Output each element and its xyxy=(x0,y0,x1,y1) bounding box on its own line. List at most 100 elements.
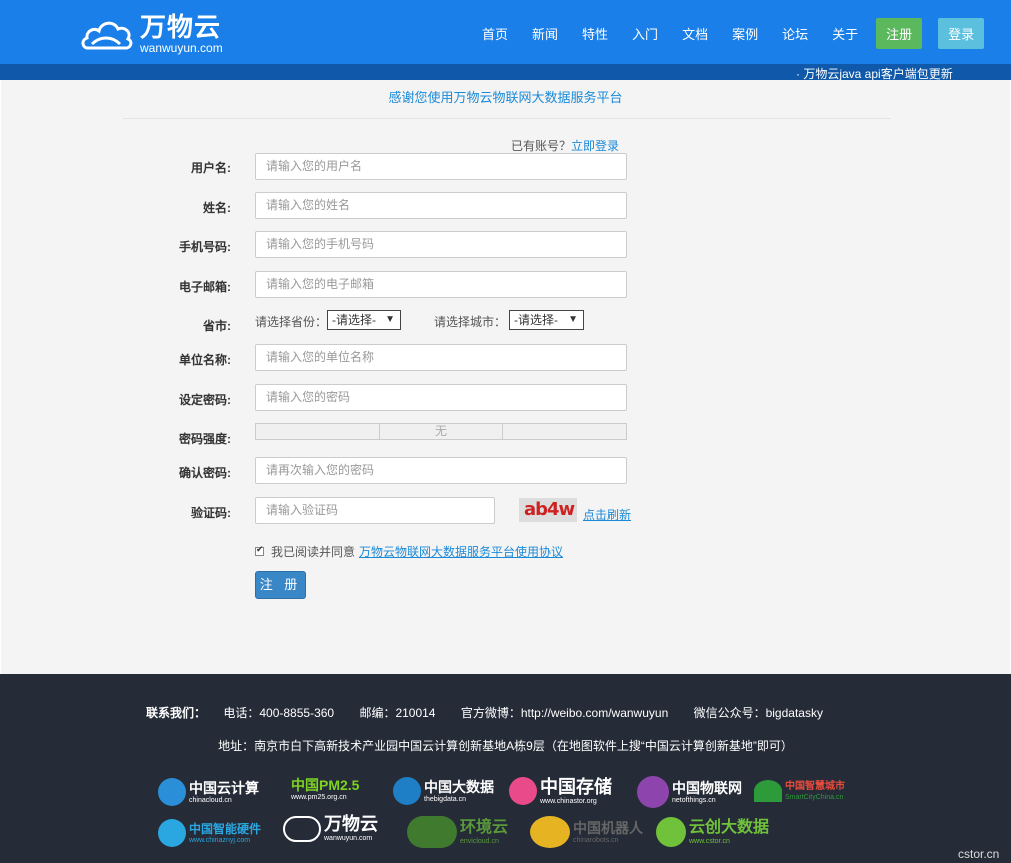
contact-label: 联系我们： xyxy=(146,706,207,720)
name-input[interactable]: 请输入您的姓名 xyxy=(255,192,627,219)
partner-url: SmartCityChina.cn xyxy=(785,793,844,801)
agree-text: 我已阅读并同意 xyxy=(271,545,356,559)
divider xyxy=(123,118,891,119)
netofthings-logo-icon xyxy=(637,776,669,808)
province-select[interactable]: -请选择- ▼ xyxy=(327,310,401,330)
register-button[interactable]: 注册 xyxy=(876,18,923,49)
cloud-logo-icon xyxy=(81,21,133,50)
province-value: -请选择- xyxy=(332,313,376,327)
chinacloud-logo-icon xyxy=(158,778,186,806)
site-logo[interactable]: 万物云 wanwuyun.com xyxy=(80,12,223,56)
partner-name: 中国物联网 xyxy=(672,779,742,796)
partner-url: thebigdata.cn xyxy=(424,795,467,803)
nav-getting-started[interactable]: 入门 xyxy=(628,18,662,49)
envicloud-logo-icon xyxy=(407,816,457,848)
partner-name: 中国机器人 xyxy=(573,819,643,836)
email-input[interactable]: 请输入您的电子邮箱 xyxy=(255,271,627,298)
logo-title: 万物云 xyxy=(140,12,222,42)
password-input[interactable]: 请输入您的密码 xyxy=(255,384,627,411)
contact-info: 联系我们： 电话：400-8855-360 邮编：210014 官方微博：htt… xyxy=(146,704,845,721)
captcha-refresh-link[interactable]: 点击刷新 xyxy=(583,506,631,523)
partner-envicloud[interactable]: 环境云 envicloud.cn xyxy=(407,816,508,848)
partner-url: envicloud.cn xyxy=(460,837,499,845)
chevron-down-icon: ▼ xyxy=(568,314,578,325)
email-label: 电子邮箱: xyxy=(179,280,231,294)
agree-checkbox[interactable] xyxy=(255,544,264,556)
nav-features[interactable]: 特性 xyxy=(578,18,612,49)
watermark: cstor.cn xyxy=(958,847,1000,861)
partner-name: 中国智慧城市 xyxy=(785,780,845,792)
login-now-link[interactable]: 立即登录 xyxy=(571,139,619,153)
logo-domain: wanwuyun.com xyxy=(140,41,223,55)
nav-about[interactable]: 关于 xyxy=(828,18,862,49)
username-input[interactable]: 请输入您的用户名 xyxy=(255,153,627,180)
partner-url: www.cstor.cn xyxy=(689,837,730,845)
login-button[interactable]: 登录 xyxy=(938,18,985,49)
company-input[interactable]: 请输入您的单位名称 xyxy=(255,344,627,371)
have-account-label: 已有账号？ xyxy=(511,139,572,153)
region-label: 省市: xyxy=(203,319,231,333)
partner-name: 中国智能硬件 xyxy=(189,821,262,836)
strength-label: 密码强度: xyxy=(179,432,231,446)
strength-strong xyxy=(503,424,626,439)
wanwuyun-logo-icon xyxy=(283,815,321,842)
partner-chinarobots[interactable]: 中国机器人 chinarobots.cn xyxy=(530,816,643,848)
nav-docs[interactable]: 文档 xyxy=(678,18,712,49)
captcha-text: ab4w xyxy=(524,499,575,520)
partner-chinaznyj[interactable]: 中国智能硬件 www.chinaznyj.com xyxy=(158,819,261,847)
submit-register-button[interactable]: 注 册 xyxy=(255,571,306,599)
partner-name: 中国PM2.5 xyxy=(291,777,360,793)
partner-chinastor[interactable]: 中国存储 www.chinastor.org xyxy=(509,777,612,805)
partner-pm25[interactable]: 中国PM2.5 www.pm25.org.cn xyxy=(288,778,359,801)
chinaznyj-logo-icon xyxy=(158,819,186,847)
partner-cstor[interactable]: 云创大数据 www.cstor.cn xyxy=(656,817,769,847)
address-text: 地址：南京市白下高新技术产业园中国云计算创新基地A栋9层（在地图软件上搜“中国云… xyxy=(218,739,793,753)
partner-name: 万物云 xyxy=(324,814,378,834)
partner-url: wanwuyun.com xyxy=(324,835,373,842)
partner-url: chinacloud.cn xyxy=(189,796,232,804)
contact-wechat: 微信公众号：bigdatasky xyxy=(693,706,823,720)
city-label: 请选择城市： xyxy=(434,315,507,329)
nav-cases[interactable]: 案例 xyxy=(728,18,762,49)
partner-url: www.pm25.org.cn xyxy=(291,794,347,801)
nav-forum[interactable]: 论坛 xyxy=(778,18,812,49)
confirm-label: 确认密码: xyxy=(179,466,231,480)
chevron-down-icon: ▼ xyxy=(385,314,395,325)
agreement-link[interactable]: 万物云物联网大数据服务平台使用协议 xyxy=(359,543,563,560)
main-nav: 首页 新闻 特性 入门 文档 案例 论坛 关于 注册 登录 xyxy=(470,18,985,49)
partner-smartcity[interactable]: 中国智慧城市 SmartCityChina.cn xyxy=(754,780,845,802)
partner-url: www.chinaznyj.com xyxy=(189,836,251,844)
partner-url: netofthings.cn xyxy=(672,796,716,804)
city-value: -请选择- xyxy=(514,313,558,327)
news-ticker: · 万物云java api客户端包更新 xyxy=(0,64,1011,81)
site-footer: 联系我们： 电话：400-8855-360 邮编：210014 官方微博：htt… xyxy=(0,674,1011,863)
phone-input[interactable]: 请输入您的手机号码 xyxy=(255,231,627,258)
confirm-password-input[interactable]: 请再次输入您的密码 xyxy=(255,457,627,484)
chinarobots-logo-icon xyxy=(530,816,570,848)
chinastor-logo-icon xyxy=(509,777,537,805)
name-label: 姓名: xyxy=(203,201,231,215)
contact-weibo[interactable]: 官方微博：http://weibo.com/wanwuyun xyxy=(461,706,668,720)
partner-netofthings[interactable]: 中国物联网 netofthings.cn xyxy=(637,776,742,808)
partner-chinacloud[interactable]: 中国云计算 chinacloud.cn xyxy=(158,778,259,806)
captcha-image[interactable]: ab4w xyxy=(519,498,577,522)
have-account-text: 已有账号？立即登录 xyxy=(511,137,619,154)
cstor-logo-icon xyxy=(656,817,686,847)
top-header: 万物云 wanwuyun.com 首页 新闻 特性 入门 文档 案例 论坛 关于… xyxy=(0,0,1011,64)
partner-wanwuyun[interactable]: 万物云 wanwuyun.com xyxy=(283,815,378,842)
phone-label: 手机号码: xyxy=(179,240,231,254)
partner-bigdata[interactable]: 中国大数据 thebigdata.cn xyxy=(393,777,494,805)
agreement-row: 我已阅读并同意 万物云物联网大数据服务平台使用协议 xyxy=(255,543,563,560)
nav-home[interactable]: 首页 xyxy=(478,18,512,49)
partner-name: 中国云计算 xyxy=(189,779,259,796)
captcha-input[interactable]: 请输入验证码 xyxy=(255,497,495,524)
partner-url: chinarobots.cn xyxy=(573,836,619,844)
username-label: 用户名: xyxy=(191,161,231,175)
company-label: 单位名称: xyxy=(179,353,231,367)
partner-name: 环境云 xyxy=(460,818,509,836)
partner-name: 中国存储 xyxy=(540,776,612,797)
city-select[interactable]: -请选择- ▼ xyxy=(509,310,584,330)
thanks-message: 感谢您使用万物云物联网大数据服务平台 xyxy=(388,90,623,105)
nav-news[interactable]: 新闻 xyxy=(528,18,562,49)
partner-name: 云创大数据 xyxy=(689,818,770,836)
